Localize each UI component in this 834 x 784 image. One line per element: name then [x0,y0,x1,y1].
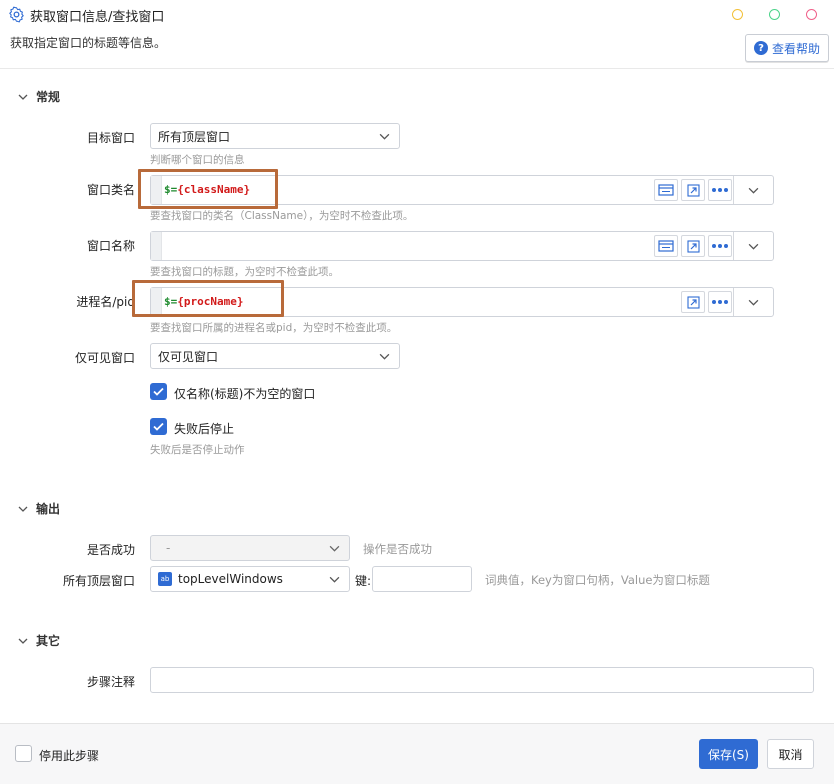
more-dots-icon [712,244,728,248]
class-name-hint: 要查找窗口的类名（ClassName），为空时不检查此项。 [150,210,414,222]
class-name-dropdown-button[interactable] [733,176,773,204]
open-external-button[interactable] [681,179,705,201]
external-link-icon [686,239,700,253]
success-select[interactable]: - [150,535,350,561]
target-window-value: 所有顶层窗口 [158,129,231,144]
window-icon [658,240,674,252]
process-dropdown-button[interactable] [733,288,773,316]
external-link-icon [686,183,700,197]
process-hint: 要查找窗口所属的进程名或pid，为空时不检查此项。 [150,322,398,334]
key-label: 键: [355,574,372,588]
more-dots-icon [712,188,728,192]
stop-on-fail-label: 失败后停止 [174,422,235,436]
window-icon [658,184,674,196]
gear-icon [9,6,24,23]
window-name-hint: 要查找窗口的标题，为空时不检查此项。 [150,266,339,278]
help-icon: ? [753,41,768,55]
more-options-button[interactable] [708,235,732,257]
windows-output-label: 所有顶层窗口 [62,574,135,588]
visible-only-label: 仅可见窗口 [74,351,135,365]
help-label: 查看帮助 [771,41,820,56]
window-name-dropdown-button[interactable] [733,232,773,260]
section-general-title: 常规 [36,90,61,104]
section-other-toggle[interactable]: 其它 [18,632,60,649]
section-output-title: 输出 [36,502,61,516]
visible-only-value: 仅可见窗口 [158,349,219,364]
check-icon [153,387,164,396]
class-name-label: 窗口类名 [86,183,135,197]
target-window-select[interactable]: 所有顶层窗口 [150,123,400,149]
save-button[interactable]: 保存(S) [699,739,758,769]
target-window-label: 目标窗口 [86,131,135,145]
page-subtitle: 获取指定窗口的标题等信息。 [10,36,167,50]
chevron-down-icon [748,187,759,194]
nonempty-title-label: 仅名称(标题)不为空的窗口 [174,387,316,401]
disable-step-checkbox[interactable] [15,745,32,762]
chevron-down-icon [18,94,28,100]
stop-on-fail-hint: 失败后是否停止动作 [150,444,245,456]
chevron-down-icon [329,576,340,583]
window-picker-button[interactable] [654,179,678,201]
disable-step-label: 停用此步骤 [39,749,100,763]
window-name-label: 窗口名称 [86,239,135,253]
success-label: 是否成功 [86,543,135,557]
visible-only-select[interactable]: 仅可见窗口 [150,343,400,369]
section-other-title: 其它 [36,634,61,648]
window-picker-button[interactable] [654,235,678,257]
chevron-down-icon [379,133,390,140]
check-icon [153,422,164,431]
variable-type-icon: ab [158,572,172,586]
section-output-toggle[interactable]: 输出 [18,500,60,517]
annotation-highlight-box [132,280,284,317]
comment-input[interactable] [150,667,814,693]
section-general-toggle[interactable]: 常规 [18,88,60,105]
cancel-button[interactable]: 取消 [767,739,814,769]
open-external-button[interactable] [681,291,705,313]
comment-label: 步骤注释 [86,675,135,689]
minimize-dot[interactable] [732,9,743,20]
chevron-down-icon [748,243,759,250]
chevron-down-icon [18,506,28,512]
more-dots-icon [712,300,728,304]
key-input[interactable] [372,566,472,592]
success-hint: 操作是否成功 [363,542,432,556]
chevron-down-icon [329,545,340,552]
target-window-hint: 判断哪个窗口的信息 [150,154,245,166]
window-name-field[interactable] [150,231,774,261]
field-gutter [151,232,162,260]
external-link-icon [686,295,700,309]
maximize-dot[interactable] [769,9,780,20]
open-external-button[interactable] [681,235,705,257]
chevron-down-icon [379,353,390,360]
annotation-highlight-box [138,169,278,209]
header-divider [0,68,834,69]
more-options-button[interactable] [708,291,732,313]
nonempty-title-checkbox[interactable] [150,383,167,400]
chevron-down-icon [18,638,28,644]
success-value: - [166,541,171,555]
windows-output-value: topLevelWindows [178,572,283,586]
more-options-button[interactable] [708,179,732,201]
process-label: 进程名/pid [76,295,135,309]
window-title: 获取窗口信息/查找窗口 [30,10,165,25]
windows-output-select[interactable]: ab topLevelWindows [150,566,350,592]
chevron-down-icon [748,299,759,306]
help-button[interactable]: ? 查看帮助 [745,34,829,62]
windows-output-hint: 词典值，Key为窗口句柄，Value为窗口标题 [485,573,710,587]
stop-on-fail-checkbox[interactable] [150,418,167,435]
close-dot[interactable] [806,9,817,20]
